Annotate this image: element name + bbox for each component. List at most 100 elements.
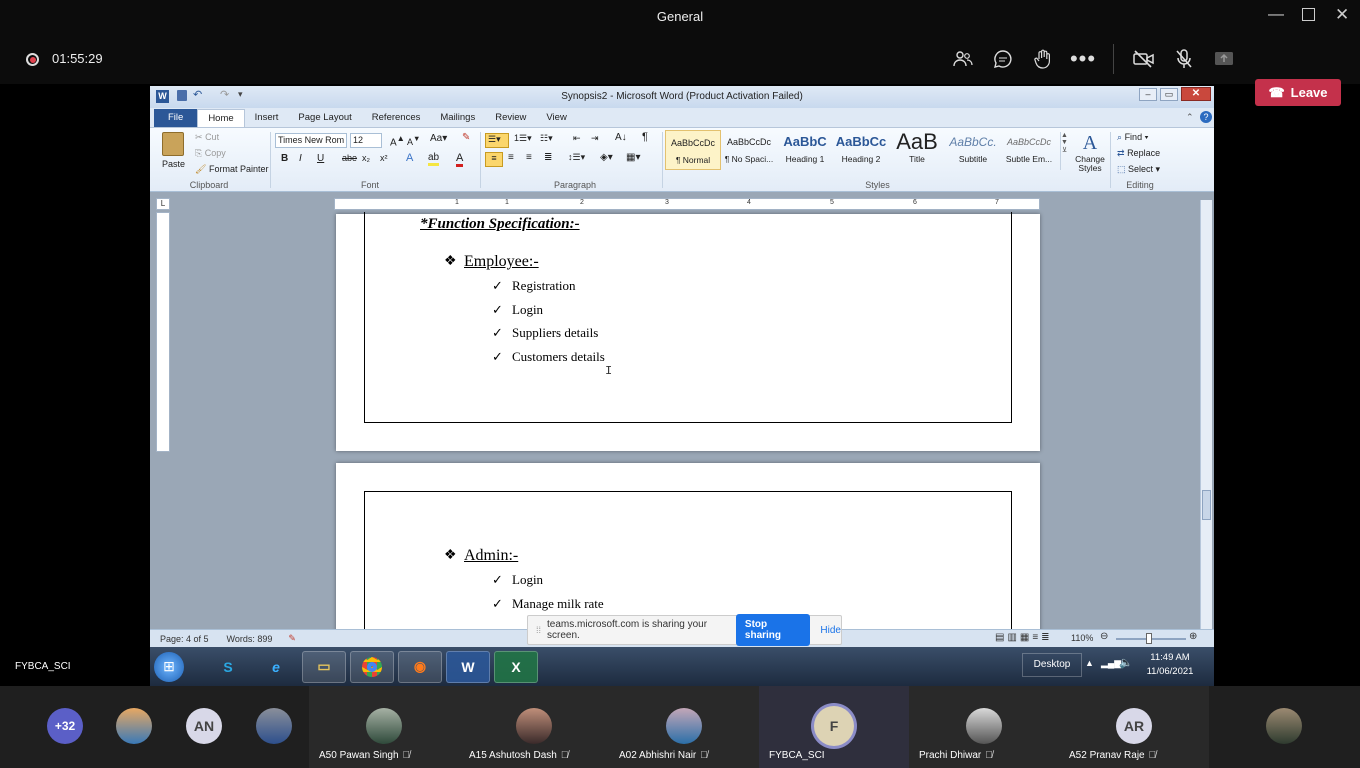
skype-icon[interactable]: S xyxy=(206,651,250,683)
proofing-icon[interactable]: ✎ xyxy=(288,633,296,644)
zoom-level[interactable]: 110% xyxy=(1071,633,1093,643)
participant-tile[interactable]: A50 Pawan Singh 🎙̸ xyxy=(309,686,459,768)
tab-file[interactable]: File xyxy=(154,108,198,127)
hide-button[interactable]: Hide xyxy=(820,625,841,636)
align-center-icon[interactable]: ≡ xyxy=(508,152,514,163)
tab-selector-icon[interactable]: L xyxy=(156,198,170,210)
bullets-icon[interactable]: ☰▾ xyxy=(485,133,509,148)
align-right-icon[interactable]: ≡ xyxy=(526,152,532,163)
word-restore-icon[interactable]: ▭ xyxy=(1160,88,1178,101)
participant-photo-avatar[interactable] xyxy=(116,708,152,744)
start-button[interactable]: ⊞ xyxy=(154,651,184,682)
employee-heading[interactable]: Employee:- xyxy=(464,253,539,271)
excel-taskbar-icon[interactable]: X xyxy=(494,650,538,683)
tab-review[interactable]: Review xyxy=(485,109,536,127)
vertical-scrollbar[interactable] xyxy=(1200,200,1212,629)
raise-hand-icon[interactable] xyxy=(1030,46,1056,72)
word-count[interactable]: Words: 899 xyxy=(227,634,273,644)
clear-formatting-icon[interactable]: ✎ xyxy=(462,132,470,143)
style-item[interactable]: AaB Title xyxy=(889,130,945,170)
page-count[interactable]: Page: 4 of 5 xyxy=(160,634,209,644)
close-icon[interactable]: ✕ xyxy=(1335,5,1349,25)
participant-photo-avatar[interactable] xyxy=(256,708,292,744)
people-icon[interactable] xyxy=(950,46,976,72)
participant-tile[interactable]: Prachi Dhiwar 🎙̸ xyxy=(909,686,1059,768)
list-item[interactable]: ✓ Suppliers details xyxy=(492,325,598,341)
style-item[interactable]: AaBbCc. Subtitle xyxy=(945,130,1001,170)
desktop-toolbar[interactable]: Desktop xyxy=(1022,653,1082,677)
firefox-icon[interactable]: ◉ xyxy=(398,650,442,683)
zoom-out-icon[interactable]: ⊖ xyxy=(1100,631,1108,642)
tab-page-layout[interactable]: Page Layout xyxy=(288,109,361,127)
admin-heading[interactable]: Admin:- xyxy=(464,547,518,565)
copy-button[interactable]: ⎘ Copy xyxy=(195,148,226,159)
font-color-icon[interactable]: A xyxy=(456,152,464,167)
restore-icon[interactable] xyxy=(1302,8,1315,21)
clock[interactable]: 11:49 AM 11/06/2021 xyxy=(1140,652,1200,677)
sort-icon[interactable]: A↓ xyxy=(615,132,627,143)
minimize-ribbon-icon[interactable]: ⌃ xyxy=(1186,112,1194,123)
line-spacing-icon[interactable]: ↕☰▾ xyxy=(568,152,585,163)
justify-icon[interactable]: ≣ xyxy=(544,152,552,163)
participant-tile[interactable]: AR A52 Pranav Raje 🎙̸ xyxy=(1059,686,1209,768)
shading-icon[interactable]: ◈▾ xyxy=(600,152,613,163)
grow-font-icon[interactable]: A▲ xyxy=(390,133,405,148)
font-name-select[interactable]: Times New Rom xyxy=(275,133,347,148)
borders-icon[interactable]: ▦▾ xyxy=(626,152,640,163)
tab-home[interactable]: Home xyxy=(197,108,245,127)
font-size-select[interactable]: 12 xyxy=(350,133,382,148)
list-item[interactable]: ✓ Customers details xyxy=(492,349,605,365)
select-button[interactable]: ⬚ Select ▾ xyxy=(1117,164,1160,175)
style-item[interactable]: AaBbC Heading 1 xyxy=(777,130,833,170)
multilevel-list-icon[interactable]: ☷▾ xyxy=(540,133,553,144)
word-minimize-icon[interactable]: – xyxy=(1139,88,1157,101)
superscript-icon[interactable]: x² xyxy=(380,153,388,163)
paste-icon[interactable] xyxy=(162,132,184,156)
participant-tile[interactable]: F FYBCA_SCI xyxy=(759,686,909,768)
style-item[interactable]: AaBbCcDc ¶ No Spaci... xyxy=(721,130,777,170)
word-taskbar-icon[interactable]: W xyxy=(446,650,490,683)
align-left-icon[interactable]: ≡ xyxy=(485,152,503,167)
volume-icon[interactable]: 🔈 xyxy=(1119,656,1133,669)
show-formatting-icon[interactable]: ¶ xyxy=(642,131,648,143)
underline-icon[interactable]: U xyxy=(317,153,324,164)
tab-mailings[interactable]: Mailings xyxy=(430,109,485,127)
leave-button[interactable]: ☎ Leave xyxy=(1255,79,1341,106)
numbering-icon[interactable]: 1☰▾ xyxy=(514,133,532,144)
strikethrough-icon[interactable]: abe xyxy=(342,153,357,163)
horizontal-ruler[interactable]: 1 1 2 3 4 5 6 7 xyxy=(334,198,1040,210)
change-styles-button[interactable]: A Change Styles xyxy=(1075,132,1105,173)
view-buttons-icon[interactable]: ▤▥▦≡≣ xyxy=(995,632,1053,643)
decrease-indent-icon[interactable]: ⇤ xyxy=(573,133,581,144)
format-painter-button[interactable]: 🖌 Format Painter xyxy=(195,164,268,175)
list-item[interactable]: ✓ Login xyxy=(492,572,543,588)
camera-off-icon[interactable] xyxy=(1131,46,1157,72)
style-item[interactable]: AaBbCcDc ¶ Normal xyxy=(665,130,721,170)
minimize-icon[interactable]: — xyxy=(1268,6,1284,24)
styles-scroll-icon[interactable]: ▲ ▼ ⊻ xyxy=(1060,132,1068,170)
bold-icon[interactable]: B xyxy=(281,153,288,164)
increase-indent-icon[interactable]: ⇥ xyxy=(591,133,599,144)
style-item[interactable]: AaBbCc Heading 2 xyxy=(833,130,889,170)
text-effects-icon[interactable]: A xyxy=(406,152,413,164)
participant-tile[interactable]: A02 Abhishri Nair 🎙̸ xyxy=(609,686,759,768)
drag-handle-icon[interactable]: ⁞⁞ xyxy=(536,625,541,635)
chat-icon[interactable] xyxy=(990,46,1016,72)
paste-button[interactable]: Paste xyxy=(162,159,185,169)
subscript-icon[interactable]: x₂ xyxy=(362,153,370,163)
cut-button[interactable]: ✂ Cut xyxy=(195,132,219,143)
replace-button[interactable]: ⇄ Replace xyxy=(1117,148,1160,159)
section-heading[interactable]: *Function Specification:- xyxy=(420,216,580,233)
list-item[interactable]: ✓ Registration xyxy=(492,278,576,294)
shrink-font-icon[interactable]: A▼ xyxy=(407,134,420,147)
tray-expand-icon[interactable]: ▲ xyxy=(1085,658,1094,668)
highlight-icon[interactable]: ab xyxy=(428,152,440,166)
find-button[interactable]: ⌕ Find ▾ xyxy=(1117,132,1148,143)
help-icon[interactable]: ? xyxy=(1200,111,1212,123)
list-item[interactable]: ✓ Login xyxy=(492,302,543,318)
file-explorer-icon[interactable]: ▭ xyxy=(302,650,346,683)
participant-initials-avatar[interactable]: AN xyxy=(186,708,222,744)
chrome-icon[interactable] xyxy=(350,650,394,683)
change-case-icon[interactable]: Aa▾ xyxy=(430,133,447,144)
more-options-icon[interactable]: ••• xyxy=(1070,46,1096,72)
